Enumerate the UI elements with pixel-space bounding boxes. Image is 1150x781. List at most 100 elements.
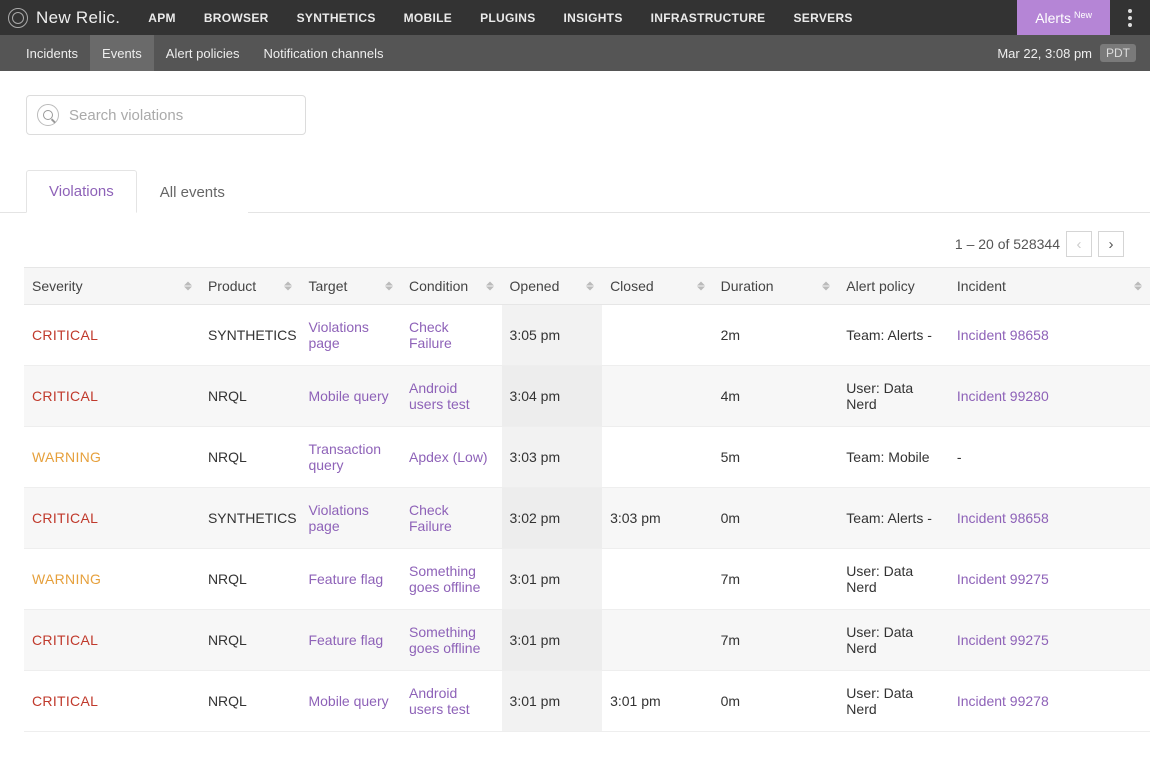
duration-label: 7m [721, 571, 740, 587]
search-icon [37, 104, 59, 126]
target-link[interactable]: Violations page [308, 502, 368, 534]
condition-link[interactable]: Apdex (Low) [409, 449, 488, 465]
duration-label: 0m [721, 510, 740, 526]
product-label: NRQL [208, 449, 247, 465]
incident-link[interactable]: Incident 99278 [957, 693, 1049, 709]
sort-icon [184, 282, 192, 291]
table-row: CRITICALNRQLMobile queryAndroid users te… [24, 366, 1150, 427]
sort-icon [822, 282, 830, 291]
overflow-menu-icon[interactable] [1110, 0, 1150, 35]
policy-label: Team: Alerts - [846, 327, 932, 343]
sort-icon [697, 282, 705, 291]
tab-violations[interactable]: Violations [26, 170, 137, 213]
severity-label: CRITICAL [32, 693, 98, 709]
target-link[interactable]: Feature flag [308, 632, 383, 648]
severity-label: WARNING [32, 449, 101, 465]
search-input[interactable] [69, 107, 295, 124]
nav-item-browser[interactable]: BROWSER [190, 0, 283, 35]
policy-label: Team: Mobile [846, 449, 929, 465]
condition-link[interactable]: Android users test [409, 685, 470, 717]
subnav-item-notification-channels[interactable]: Notification channels [252, 35, 396, 71]
opened-time: 3:01 pm [510, 571, 561, 587]
opened-time: 3:02 pm [510, 510, 561, 526]
nav-item-synthetics[interactable]: SYNTHETICS [283, 0, 390, 35]
incident-link[interactable]: Incident 98658 [957, 327, 1049, 343]
pagination-text: 1 – 20 of 528344 [955, 236, 1060, 252]
col-header-opened[interactable]: Opened [502, 268, 603, 305]
severity-label: CRITICAL [32, 510, 98, 526]
sort-icon [486, 282, 494, 291]
closed-time: 3:03 pm [610, 510, 661, 526]
subnav-item-alert-policies[interactable]: Alert policies [154, 35, 252, 71]
duration-label: 2m [721, 327, 740, 343]
col-header-closed[interactable]: Closed [602, 268, 713, 305]
duration-label: 0m [721, 693, 740, 709]
incident-link[interactable]: Incident 99280 [957, 388, 1049, 404]
sort-icon [284, 282, 292, 291]
opened-time: 3:01 pm [510, 632, 561, 648]
nav-item-servers[interactable]: SERVERS [780, 0, 867, 35]
next-page-button[interactable]: › [1098, 231, 1124, 257]
col-header-condition[interactable]: Condition [401, 268, 502, 305]
subnav-item-incidents[interactable]: Incidents [14, 35, 90, 71]
target-link[interactable]: Feature flag [308, 571, 383, 587]
condition-link[interactable]: Something goes offline [409, 624, 480, 656]
subnav-item-events[interactable]: Events [90, 35, 154, 71]
page-timestamp: Mar 22, 3:08 pm [997, 46, 1100, 61]
incident-link[interactable]: Incident 99275 [957, 632, 1049, 648]
col-header-alert-policy[interactable]: Alert policy [838, 268, 949, 305]
target-link[interactable]: Mobile query [308, 388, 388, 404]
col-header-product[interactable]: Product [200, 268, 301, 305]
opened-time: 3:01 pm [510, 693, 561, 709]
condition-link[interactable]: Check Failure [409, 319, 452, 351]
prev-page-button[interactable]: ‹ [1066, 231, 1092, 257]
brand-logo[interactable]: New Relic. [0, 8, 134, 28]
alerts-label: Alerts [1035, 10, 1071, 26]
incident-link[interactable]: Incident 98658 [957, 510, 1049, 526]
opened-time: 3:03 pm [510, 449, 561, 465]
condition-link[interactable]: Check Failure [409, 502, 452, 534]
table-row: WARNINGNRQLFeature flagSomething goes of… [24, 549, 1150, 610]
opened-time: 3:04 pm [510, 388, 561, 404]
product-label: SYNTHETICS [208, 327, 297, 343]
policy-label: User: Data Nerd [846, 563, 913, 595]
pagination: 1 – 20 of 528344 ‹ › [0, 213, 1150, 267]
col-header-incident[interactable]: Incident [949, 268, 1150, 305]
incident-link[interactable]: Incident 99275 [957, 571, 1049, 587]
subnav: IncidentsEventsAlert policiesNotificatio… [0, 35, 1150, 71]
brand-text: New Relic. [36, 8, 120, 28]
timezone-badge: PDT [1100, 44, 1136, 62]
table-row: WARNING NRQL Transaction query Apdex (Low) 3… [24, 427, 1150, 488]
topbar: New Relic. APMBROWSERSYNTHETICSMOBILEPLU… [0, 0, 1150, 35]
nav-item-infrastructure[interactable]: INFRASTRUCTURE [637, 0, 780, 35]
col-header-severity[interactable]: Severity [24, 268, 200, 305]
policy-label: User: Data Nerd [846, 685, 913, 717]
sort-icon [1134, 282, 1142, 291]
col-header-target[interactable]: Target [300, 268, 401, 305]
alerts-badge: New [1074, 10, 1092, 20]
product-label: SYNTHETICS [208, 510, 297, 526]
nav-item-insights[interactable]: INSIGHTS [550, 0, 637, 35]
target-link[interactable]: Mobile query [308, 693, 388, 709]
newrelic-logo-icon [8, 8, 28, 28]
product-label: NRQL [208, 693, 247, 709]
col-header-duration[interactable]: Duration [713, 268, 839, 305]
search-box[interactable] [26, 95, 306, 135]
target-link[interactable]: Transaction query [308, 441, 381, 473]
nav-item-plugins[interactable]: PLUGINS [466, 0, 549, 35]
product-label: NRQL [208, 388, 247, 404]
nav-item-mobile[interactable]: MOBILE [390, 0, 466, 35]
nav-item-apm[interactable]: APM [134, 0, 190, 35]
condition-link[interactable]: Something goes offline [409, 563, 480, 595]
tab-all-events[interactable]: All events [137, 171, 248, 213]
primary-nav: APMBROWSERSYNTHETICSMOBILEPLUGINSINSIGHT… [134, 0, 867, 35]
condition-link[interactable]: Android users test [409, 380, 470, 412]
table-row: CRITICALSYNTHETICSViolations pageCheck F… [24, 305, 1150, 366]
table-row: CRITICAL NRQL Mobile query Android users te… [24, 671, 1150, 732]
alerts-button[interactable]: Alerts New [1017, 0, 1110, 35]
violations-table: SeverityProductTargetConditionOpenedClos… [24, 267, 1150, 732]
closed-time: 3:01 pm [610, 693, 661, 709]
duration-label: 4m [721, 388, 740, 404]
target-link[interactable]: Violations page [308, 319, 368, 351]
duration-label: 5m [721, 449, 740, 465]
